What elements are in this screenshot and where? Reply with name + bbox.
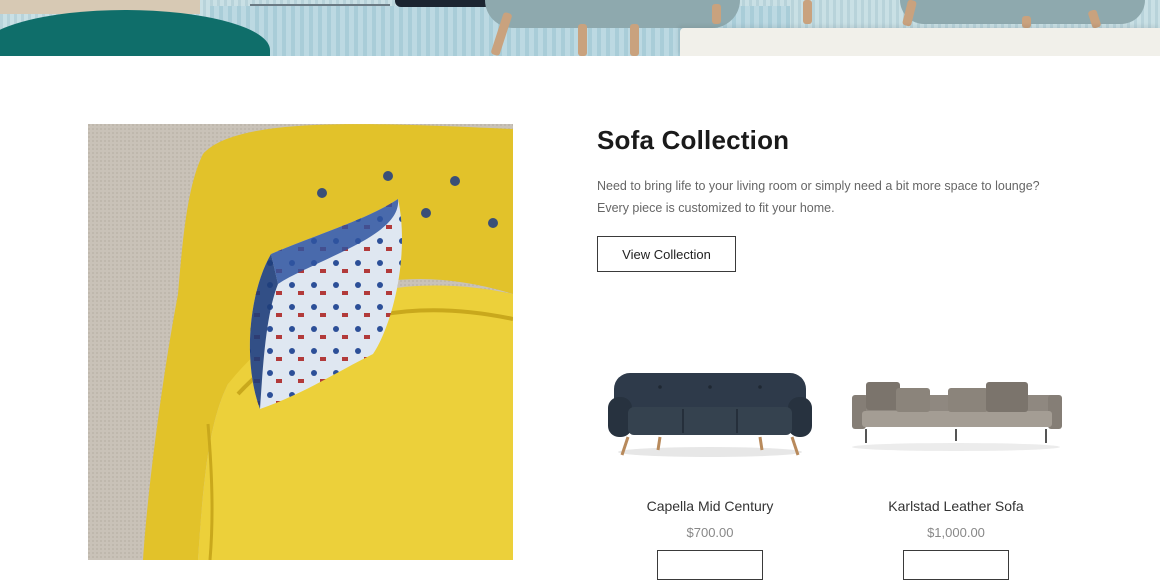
product-price: $700.00 [686,525,734,540]
chair-leg [712,4,721,24]
feature-image-yellow-armchair [88,124,513,560]
chair-leg [1022,16,1031,28]
product-name[interactable]: Karlstad Leather Sofa [846,498,1066,514]
collection-description: Need to bring life to your living room o… [597,179,1040,215]
dark-navy-sofa-icon [608,373,812,457]
chair-leg [630,24,639,56]
product-button[interactable] [657,550,763,580]
hero-banner-image [0,0,1160,56]
yellow-armchair-illustration [88,124,513,560]
collection-title: Sofa Collection [597,125,790,155]
view-collection-button[interactable]: View Collection [597,236,736,272]
hero-table [680,28,1160,56]
product-button[interactable] [903,550,1009,580]
hero-black-object [395,0,491,7]
grey-leather-sofa-icon [852,382,1062,451]
hero-chair-left [485,0,740,28]
product-price: $1,000.00 [927,525,985,540]
hero-cable [250,4,390,6]
chair-leg [803,0,812,24]
product-name[interactable]: Capella Mid Century [600,498,820,514]
chair-leg [578,24,587,56]
